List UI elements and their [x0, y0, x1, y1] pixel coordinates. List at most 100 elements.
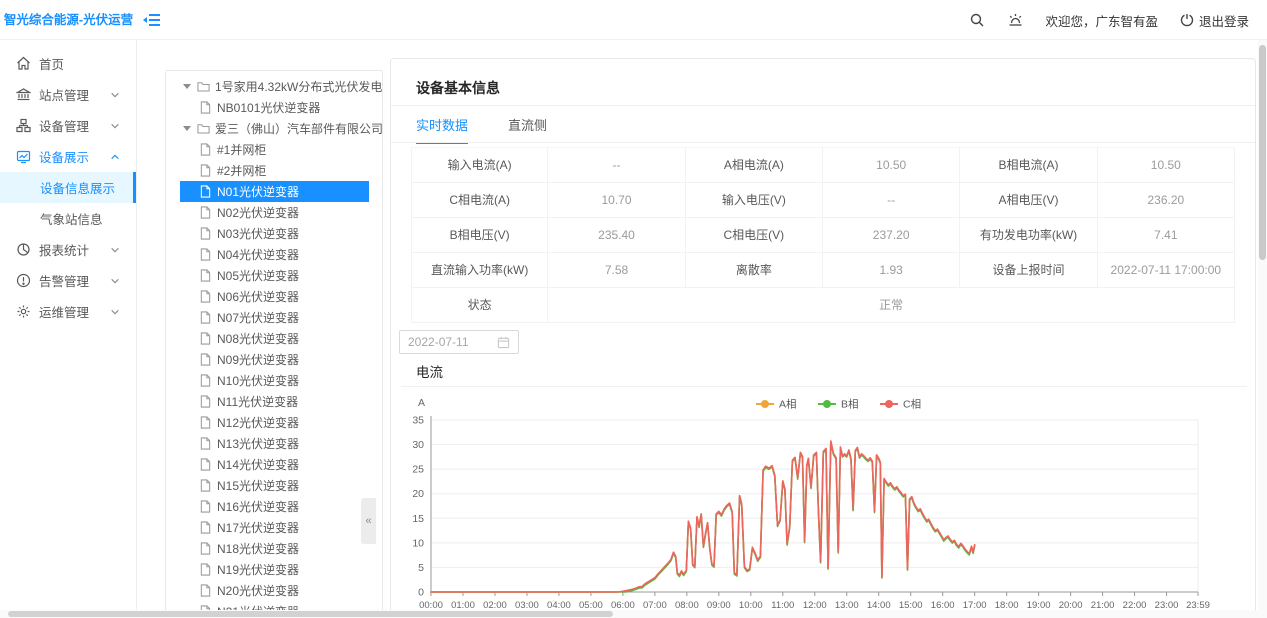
divider [391, 142, 1255, 143]
tree-node-label: N03光伏逆变器 [217, 225, 299, 242]
sidebar-item-4[interactable]: 设备信息展示 [0, 172, 136, 203]
table-cell-value: 237.20 [823, 218, 960, 252]
sidebar-item-8[interactable]: 运维管理 [0, 296, 136, 327]
search-icon[interactable] [969, 12, 985, 28]
sidebar-item-6[interactable]: 报表统计 [0, 234, 136, 265]
table-cell-value: -- [823, 183, 960, 217]
sidebar-item-3[interactable]: 设备展示 [0, 141, 136, 172]
tree-node-9[interactable]: N05光伏逆变器 [166, 265, 382, 286]
device-tree-panel: 1号家用4.32kW分布式光伏发电站 NB0101光伏逆变器爱三（佛山）汽车部件有… [165, 70, 383, 618]
tree-node-20[interactable]: N16光伏逆变器 [166, 496, 382, 517]
sidebar-item-label: 设备展示 [39, 147, 89, 166]
tree-node-1[interactable]: NB0101光伏逆变器 [166, 97, 382, 118]
file-icon [199, 143, 212, 156]
menu-fold-icon[interactable] [142, 10, 162, 30]
tree-node-8[interactable]: N04光伏逆变器 [166, 244, 382, 265]
svg-text:30: 30 [412, 439, 424, 451]
table-cell-label: 直流输入功率(kW) [411, 253, 548, 287]
tree-node-13[interactable]: N09光伏逆变器 [166, 349, 382, 370]
svg-text:10: 10 [412, 537, 424, 549]
file-icon [199, 458, 212, 471]
tree-node-label: 爱三（佛山）汽车部件有限公司光伏发 [215, 120, 382, 137]
tab-0[interactable]: 实时数据 [416, 115, 468, 144]
logout-label: 退出登录 [1199, 11, 1249, 30]
vertical-scrollbar-thumb[interactable] [1259, 45, 1266, 260]
tree-node-7[interactable]: N03光伏逆变器 [166, 223, 382, 244]
file-icon [199, 521, 212, 534]
tree-node-label: N07光伏逆变器 [217, 309, 299, 326]
svg-text:5: 5 [418, 562, 424, 574]
tree-node-18[interactable]: N14光伏逆变器 [166, 454, 382, 475]
tree-node-label: N16光伏逆变器 [217, 498, 299, 515]
legend-item-A相[interactable]: A相 [779, 398, 797, 411]
table-row: 直流输入功率(kW)7.58离散率1.93设备上报时间2022-07-11 17… [411, 253, 1235, 288]
tree-node-23[interactable]: N19光伏逆变器 [166, 559, 382, 580]
tree-node-4[interactable]: #2并网柜 [166, 160, 382, 181]
logout-button[interactable]: 退出登录 [1180, 11, 1249, 30]
table-cell-value: 235.40 [548, 218, 685, 252]
file-icon [199, 395, 212, 408]
table-row: C相电流(A)10.70输入电压(V)--A相电压(V)236.20 [411, 183, 1235, 218]
file-icon [199, 101, 212, 114]
tree-node-3[interactable]: #1并网柜 [166, 139, 382, 160]
file-icon [199, 374, 212, 387]
table-row-status: 状态正常 [411, 288, 1235, 323]
alarm-icon[interactable] [1007, 12, 1023, 28]
tree-node-14[interactable]: N10光伏逆变器 [166, 370, 382, 391]
file-icon [199, 290, 212, 303]
device-info-card: 设备基本信息 实时数据直流侧 输入电流(A)--A相电流(A)10.50B相电流… [390, 58, 1256, 618]
file-icon [199, 311, 212, 324]
tree-node-12[interactable]: N08光伏逆变器 [166, 328, 382, 349]
tree-node-label: #2并网柜 [217, 162, 266, 179]
sidebar-item-0[interactable]: 首页 [0, 48, 136, 79]
horizontal-scrollbar-thumb[interactable] [8, 611, 613, 617]
tree-node-6[interactable]: N02光伏逆变器 [166, 202, 382, 223]
caret-down-icon[interactable] [183, 84, 191, 89]
legend-item-B相[interactable]: B相 [841, 398, 859, 411]
legend-item-C相[interactable]: C相 [903, 398, 921, 411]
tree-node-label: N04光伏逆变器 [217, 246, 299, 263]
divider [401, 386, 1247, 387]
file-icon [199, 227, 212, 240]
tree-node-15[interactable]: N11光伏逆变器 [166, 391, 382, 412]
file-icon [199, 584, 212, 597]
table-cell-label: A相电压(V) [960, 183, 1097, 217]
tree-node-label: N08光伏逆变器 [217, 330, 299, 347]
date-picker[interactable]: 2022-07-11 [399, 330, 519, 354]
tab-1[interactable]: 直流侧 [508, 115, 547, 144]
svg-text:25: 25 [412, 464, 424, 476]
file-icon [199, 416, 212, 429]
tree-node-11[interactable]: N07光伏逆变器 [166, 307, 382, 328]
vertical-scrollbar[interactable] [1258, 40, 1267, 618]
power-icon [1180, 13, 1194, 27]
tree-node-22[interactable]: N18光伏逆变器 [166, 538, 382, 559]
tree-node-21[interactable]: N17光伏逆变器 [166, 517, 382, 538]
divider [391, 105, 1255, 106]
tree-node-5[interactable]: N01光伏逆变器 [166, 181, 382, 202]
sidebar-item-2[interactable]: 设备管理 [0, 110, 136, 141]
sidebar-item-1[interactable]: 站点管理 [0, 79, 136, 110]
folder-icon [197, 122, 210, 135]
tree-node-0[interactable]: 1号家用4.32kW分布式光伏发电站 [166, 76, 382, 97]
tree-node-17[interactable]: N13光伏逆变器 [166, 433, 382, 454]
table-cell-label: 有功发电功率(kW) [960, 218, 1097, 252]
tree-node-2[interactable]: 爱三（佛山）汽车部件有限公司光伏发 [166, 118, 382, 139]
table-row: 输入电流(A)--A相电流(A)10.50B相电流(A)10.50 [411, 148, 1235, 183]
tree-node-label: N19光伏逆变器 [217, 561, 299, 578]
folder-icon [197, 80, 210, 93]
caret-down-icon[interactable] [183, 126, 191, 131]
table-cell-value: 7.41 [1098, 218, 1235, 252]
sidebar-item-5[interactable]: 气象站信息 [0, 203, 136, 234]
sidebar-item-7[interactable]: 告警管理 [0, 265, 136, 296]
horizontal-scrollbar[interactable] [0, 610, 1267, 618]
tree-collapse-handle[interactable]: « [361, 498, 376, 544]
tree-node-10[interactable]: N06光伏逆变器 [166, 286, 382, 307]
tree-node-label: #1并网柜 [217, 141, 266, 158]
file-icon [199, 500, 212, 513]
realtime-data-table: 输入电流(A)--A相电流(A)10.50B相电流(A)10.50C相电流(A)… [411, 147, 1235, 323]
tree-node-label: N10光伏逆变器 [217, 372, 299, 389]
tree-node-24[interactable]: N20光伏逆变器 [166, 580, 382, 601]
tree-node-16[interactable]: N12光伏逆变器 [166, 412, 382, 433]
tree-node-19[interactable]: N15光伏逆变器 [166, 475, 382, 496]
tree-node-label: 1号家用4.32kW分布式光伏发电站 [215, 78, 382, 95]
